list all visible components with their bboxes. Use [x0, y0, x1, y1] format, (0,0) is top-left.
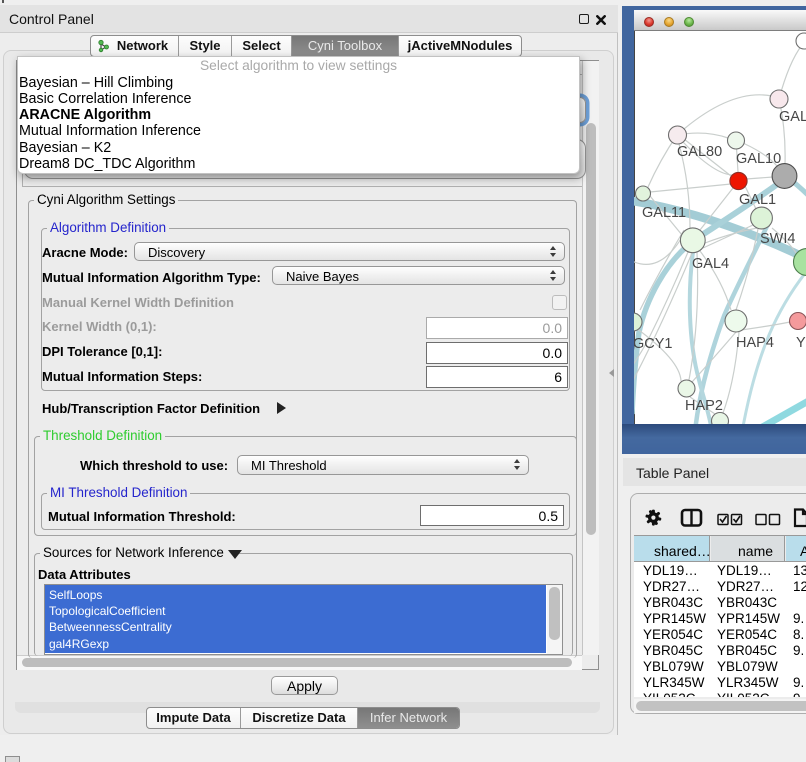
svg-text:GAL4: GAL4: [692, 256, 729, 272]
svg-text:HAP4: HAP4: [736, 335, 774, 351]
svg-text:HAP2: HAP2: [685, 398, 723, 414]
svg-text:GCY1: GCY1: [634, 336, 673, 352]
svg-text:GAL7: GAL7: [779, 109, 806, 125]
svg-text:GAL1: GAL1: [739, 192, 776, 208]
svg-text:YM: YM: [796, 335, 806, 351]
svg-text:GAL80: GAL80: [677, 144, 722, 160]
svg-text:SWI4: SWI4: [760, 231, 795, 247]
svg-text:GAL11: GAL11: [642, 205, 686, 221]
svg-text:GAL10: GAL10: [736, 151, 781, 167]
